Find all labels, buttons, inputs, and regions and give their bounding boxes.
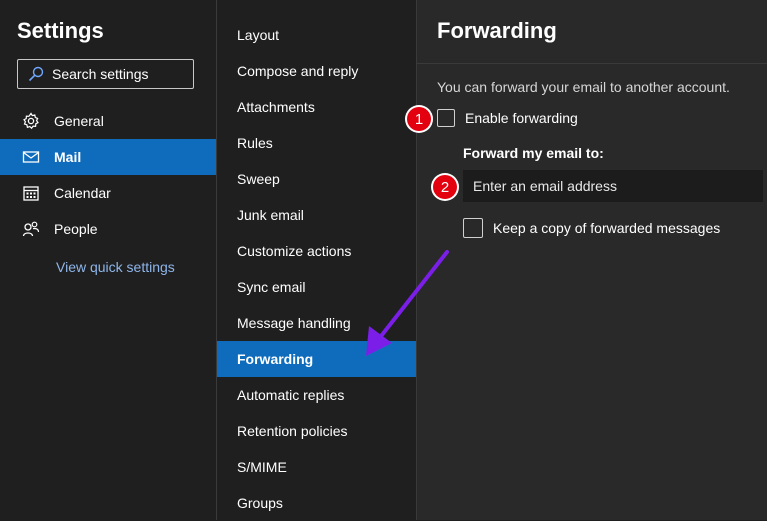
settings-title: Settings bbox=[17, 18, 104, 43]
submenu-item-automatic-replies[interactable]: Automatic replies bbox=[217, 377, 416, 413]
mail-settings-list: Layout Compose and reply Attachments Rul… bbox=[217, 17, 416, 521]
submenu-item-retention-policies[interactable]: Retention policies bbox=[217, 413, 416, 449]
pane-title: Forwarding bbox=[437, 18, 557, 43]
mail-settings-menu: Layout Compose and reply Attachments Rul… bbox=[217, 0, 416, 520]
submenu-item-junk-email[interactable]: Junk email bbox=[217, 197, 416, 233]
keep-copy-row[interactable]: Keep a copy of forwarded messages bbox=[463, 218, 720, 238]
annotation-badge-2: 2 bbox=[433, 175, 457, 199]
settings-sidebar: Settings Search settings General Mail Ca… bbox=[0, 0, 216, 520]
email-placeholder: Enter an email address bbox=[473, 178, 617, 194]
submenu-item-sync-email[interactable]: Sync email bbox=[217, 269, 416, 305]
people-icon bbox=[22, 220, 40, 238]
nav-item-general[interactable]: General bbox=[0, 103, 216, 139]
submenu-item-rules[interactable]: Rules bbox=[217, 125, 416, 161]
search-icon bbox=[28, 66, 44, 82]
forwarding-pane: Forwarding You can forward your email to… bbox=[417, 0, 767, 520]
settings-nav: General Mail Calendar People bbox=[0, 103, 216, 247]
view-quick-settings-link[interactable]: View quick settings bbox=[56, 259, 175, 275]
submenu-item-groups[interactable]: Groups bbox=[217, 485, 416, 521]
submenu-item-attachments[interactable]: Attachments bbox=[217, 89, 416, 125]
nav-label-people: People bbox=[54, 221, 98, 237]
mail-icon bbox=[22, 148, 40, 166]
pane-divider bbox=[417, 63, 767, 64]
nav-label-calendar: Calendar bbox=[54, 185, 111, 201]
nav-item-mail[interactable]: Mail bbox=[0, 139, 216, 175]
submenu-item-forwarding[interactable]: Forwarding bbox=[217, 341, 416, 377]
enable-forwarding-label: Enable forwarding bbox=[465, 110, 578, 126]
submenu-item-smime[interactable]: S/MIME bbox=[217, 449, 416, 485]
enable-forwarding-row[interactable]: Enable forwarding bbox=[437, 109, 578, 127]
submenu-item-customize-actions[interactable]: Customize actions bbox=[217, 233, 416, 269]
keep-copy-label: Keep a copy of forwarded messages bbox=[493, 220, 721, 236]
forwarding-description: You can forward your email to another ac… bbox=[437, 79, 730, 95]
keep-copy-checkbox[interactable] bbox=[463, 218, 483, 238]
forward-to-label: Forward my email to: bbox=[463, 145, 604, 161]
nav-item-calendar[interactable]: Calendar bbox=[0, 175, 216, 211]
nav-item-people[interactable]: People bbox=[0, 211, 216, 247]
nav-label-mail: Mail bbox=[54, 149, 82, 165]
annotation-badge-1: 1 bbox=[407, 107, 431, 131]
submenu-item-message-handling[interactable]: Message handling bbox=[217, 305, 416, 341]
calendar-icon bbox=[22, 184, 40, 202]
search-placeholder: Search settings bbox=[52, 66, 149, 82]
submenu-item-compose-and-reply[interactable]: Compose and reply bbox=[217, 53, 416, 89]
forward-email-input[interactable]: Enter an email address bbox=[463, 170, 763, 202]
search-settings-input[interactable]: Search settings bbox=[17, 59, 194, 89]
submenu-item-sweep[interactable]: Sweep bbox=[217, 161, 416, 197]
nav-label-general: General bbox=[54, 113, 104, 129]
submenu-item-layout[interactable]: Layout bbox=[217, 17, 416, 53]
gear-icon bbox=[22, 112, 40, 130]
enable-forwarding-checkbox[interactable] bbox=[437, 109, 455, 127]
